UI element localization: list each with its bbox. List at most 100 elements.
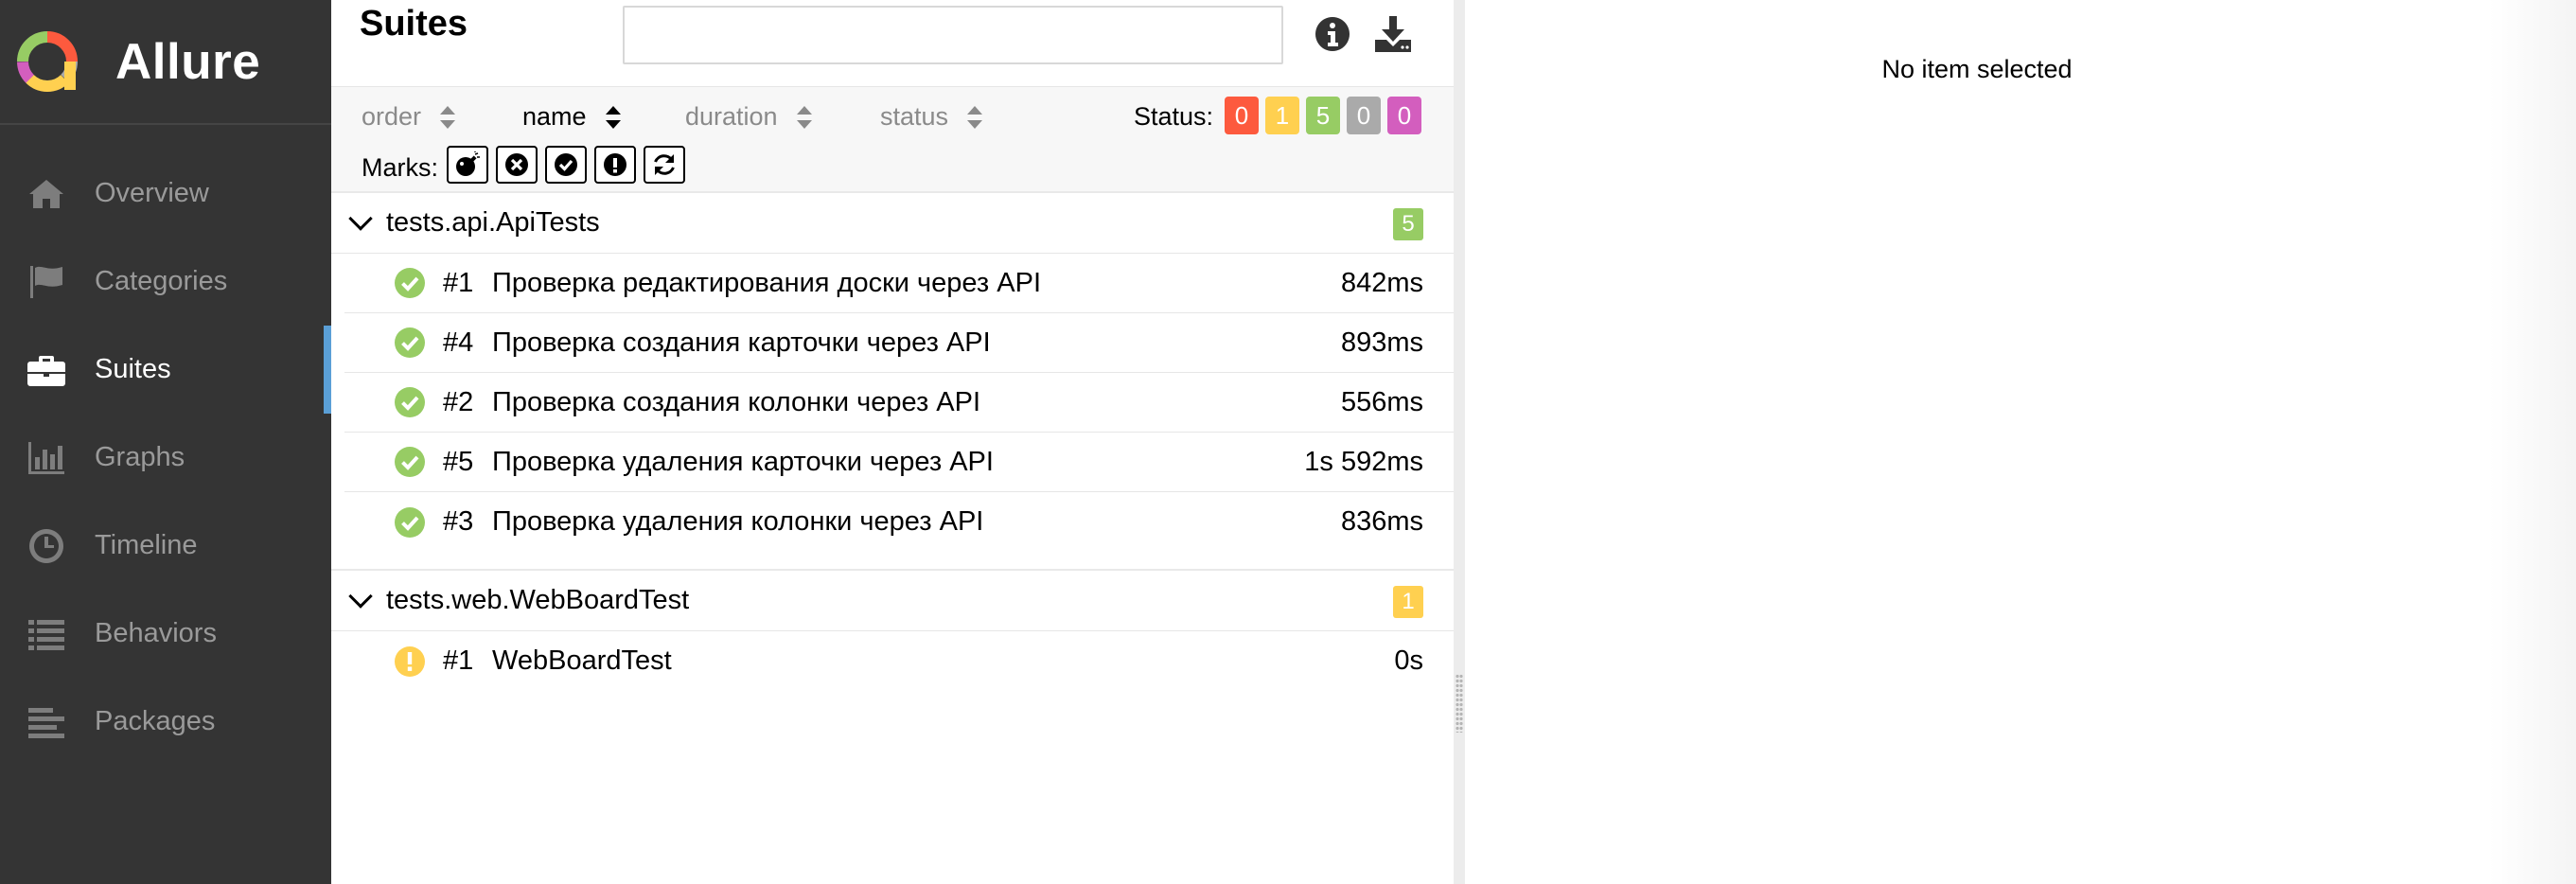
sidebar-item-label: Suites xyxy=(95,354,171,384)
sidebar-item-graphs[interactable]: Graphs xyxy=(0,414,331,502)
tree-group-header[interactable]: tests.web.WebBoardTest 1 xyxy=(331,571,1454,631)
passed-status-icon xyxy=(395,327,425,358)
search-input[interactable] xyxy=(623,6,1283,64)
test-order: #1 xyxy=(443,267,474,298)
test-order: #5 xyxy=(443,446,474,477)
download-icon[interactable] xyxy=(1372,13,1414,55)
empty-state-message: No item selected xyxy=(1881,55,2073,83)
list-icon xyxy=(25,612,68,656)
sort-icon xyxy=(967,105,983,129)
sidebar-item-label: Timeline xyxy=(95,530,198,560)
brand[interactable]: Allure xyxy=(0,0,331,125)
page-title: Suites xyxy=(360,4,468,44)
passed-status-icon xyxy=(395,268,425,298)
pane-splitter[interactable] xyxy=(1454,0,1465,884)
new-failed-mark-toggle[interactable] xyxy=(496,146,538,184)
check-circle-icon xyxy=(555,153,577,176)
bar-chart-icon xyxy=(25,436,68,480)
sidebar-item-label: Graphs xyxy=(95,442,185,472)
app-name: Allure xyxy=(115,33,261,90)
status-filter-label: Status: xyxy=(1134,102,1214,131)
sidebar-item-packages[interactable]: Packages xyxy=(0,678,331,766)
align-left-icon xyxy=(25,700,68,744)
suites-pane: Suites order name duration status Status… xyxy=(331,0,1454,884)
home-icon xyxy=(25,172,68,216)
exclamation-circle-icon xyxy=(604,153,626,176)
test-name: Проверка создания колонки через API xyxy=(492,386,981,417)
status-passed-toggle[interactable]: 5 xyxy=(1306,97,1340,134)
clock-icon xyxy=(25,524,68,568)
test-row[interactable]: #1 Проверка редактирования доски через A… xyxy=(344,254,1454,313)
sidebar-item-label: Categories xyxy=(95,266,228,296)
detail-pane: No item selected xyxy=(1465,0,2576,884)
tree-group-header[interactable]: tests.api.ApiTests 5 xyxy=(331,193,1454,254)
drag-handle-icon[interactable] xyxy=(1456,674,1463,733)
test-duration: 842ms xyxy=(1340,267,1423,298)
sort-duration[interactable]: duration xyxy=(685,102,812,132)
test-name: Проверка редактирования доски через API xyxy=(492,267,1041,298)
pane-header: Suites xyxy=(331,0,1454,87)
test-name: Проверка создания карточки через API xyxy=(492,327,991,358)
new-broken-mark-toggle[interactable] xyxy=(594,146,636,184)
test-name: WebBoardTest xyxy=(492,645,672,676)
sidebar-item-suites[interactable]: Suites xyxy=(0,326,331,414)
suites-tree: tests.api.ApiTests 5 #1 Проверка редакти… xyxy=(331,193,1454,691)
sort-icon xyxy=(796,105,812,129)
group-name: tests.api.ApiTests xyxy=(386,207,600,238)
sidebar-item-overview[interactable]: Overview xyxy=(0,150,331,238)
test-order: #1 xyxy=(443,645,474,676)
group-count-badge: 1 xyxy=(1393,586,1423,618)
group-count-badge: 5 xyxy=(1393,208,1423,240)
status-broken-toggle[interactable]: 1 xyxy=(1265,97,1299,134)
test-order: #4 xyxy=(443,327,474,358)
chevron-down-icon xyxy=(348,205,373,231)
status-unknown-toggle[interactable]: 0 xyxy=(1387,97,1421,134)
bomb-icon xyxy=(456,151,480,176)
sidebar-item-label: Packages xyxy=(95,706,216,736)
sort-status[interactable]: status xyxy=(880,102,983,132)
sidebar-nav: Overview Categories Suites Graphs Timeli… xyxy=(0,150,331,766)
test-row[interactable]: #4 Проверка создания карточки через API … xyxy=(344,313,1454,373)
refresh-icon xyxy=(654,154,675,175)
passed-status-icon xyxy=(395,506,425,538)
briefcase-icon xyxy=(25,348,68,392)
allure-logo-icon xyxy=(16,30,79,92)
sidebar-item-label: Overview xyxy=(95,178,209,208)
sort-label: order xyxy=(362,102,422,131)
test-duration: 0s xyxy=(1394,645,1423,676)
test-row[interactable]: #1 WebBoardTest 0s xyxy=(344,631,1454,691)
flaky-mark-toggle[interactable] xyxy=(447,146,488,184)
test-name: Проверка удаления колонки через API xyxy=(492,506,984,537)
sidebar-item-categories[interactable]: Categories xyxy=(0,238,331,326)
sidebar-item-label: Behaviors xyxy=(95,618,217,648)
passed-status-icon xyxy=(395,447,425,477)
test-duration: 893ms xyxy=(1340,327,1423,358)
info-icon[interactable] xyxy=(1312,13,1353,55)
test-row[interactable]: #5 Проверка удаления карточки через API … xyxy=(344,433,1454,492)
chevron-down-icon xyxy=(348,583,373,609)
test-order: #3 xyxy=(443,506,474,537)
status-skipped-toggle[interactable]: 0 xyxy=(1347,97,1381,134)
sidebar-item-behaviors[interactable]: Behaviors xyxy=(0,590,331,678)
group-divider xyxy=(331,552,1454,571)
sort-icon xyxy=(605,105,621,129)
marks-filter xyxy=(447,146,685,184)
times-circle-icon xyxy=(505,153,528,176)
new-passed-mark-toggle[interactable] xyxy=(545,146,587,184)
test-duration: 836ms xyxy=(1340,506,1423,537)
status-failed-toggle[interactable]: 0 xyxy=(1225,97,1259,134)
broken-status-icon xyxy=(395,645,425,677)
sort-label: name xyxy=(522,102,587,131)
flag-icon xyxy=(25,260,68,304)
test-row[interactable]: #2 Проверка создания колонки через API 5… xyxy=(344,373,1454,433)
sidebar-item-timeline[interactable]: Timeline xyxy=(0,502,331,590)
test-duration: 556ms xyxy=(1340,386,1423,417)
sort-icon xyxy=(440,105,456,129)
toolbar: order name duration status Status: 0 1 5… xyxy=(331,87,1454,193)
test-row[interactable]: #3 Проверка удаления колонки через API 8… xyxy=(344,492,1454,552)
retries-mark-toggle[interactable] xyxy=(644,146,685,184)
detail-pane-edge xyxy=(2489,0,2576,884)
sort-order[interactable]: order xyxy=(362,102,456,132)
sort-name[interactable]: name xyxy=(522,102,621,132)
group-name: tests.web.WebBoardTest xyxy=(386,585,690,615)
